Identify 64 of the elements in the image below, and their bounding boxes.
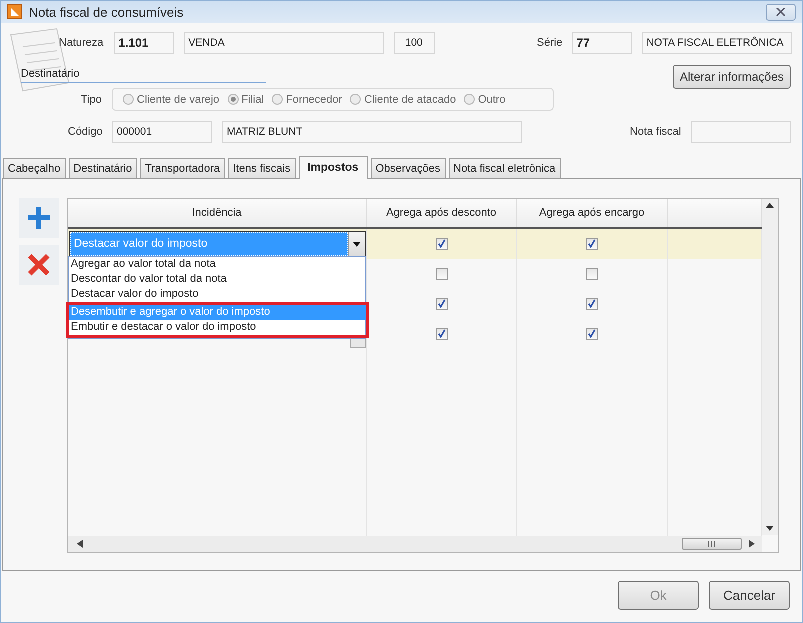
checkbox[interactable] [586, 328, 598, 340]
field-label: Série [537, 37, 563, 49]
column-header[interactable]: Incidência [68, 199, 367, 227]
field-label: Código [68, 126, 104, 138]
tab[interactable]: Itens fiscais [228, 158, 296, 178]
dialog-button[interactable]: Cancelar [709, 581, 790, 610]
section-title: Destinatário [21, 68, 266, 83]
input-field[interactable]: MATRIZ BLUNT [222, 121, 522, 143]
input-field[interactable]: 000001 [112, 121, 212, 143]
window-title: Nota fiscal de consumíveis [29, 4, 185, 20]
scroll-thumb[interactable] [682, 538, 742, 550]
tab[interactable]: Impostos [298, 156, 368, 179]
field-label: Natureza [59, 37, 104, 49]
scroll-up-icon[interactable] [766, 203, 774, 208]
radio-button[interactable] [464, 94, 476, 105]
tab[interactable]: Destinatário [68, 158, 138, 178]
delete-button[interactable] [19, 245, 59, 285]
radio-option[interactable]: Cliente de varejo [123, 94, 220, 106]
checkbox[interactable] [436, 268, 448, 280]
input-field[interactable]: 77 [572, 32, 632, 54]
alter-info-button[interactable]: Alterar informações [673, 65, 791, 89]
input-field[interactable]: 1.101 [114, 32, 174, 54]
dropdown-option[interactable]: Descontar do valor total da nota [69, 272, 365, 287]
vertical-scrollbar[interactable] [762, 199, 778, 535]
horizontal-scrollbar[interactable] [68, 536, 762, 552]
column-header[interactable]: Agrega após encargo [517, 199, 668, 227]
input-field[interactable]: NOTA FISCAL ELETRÔNICA [642, 32, 792, 54]
app-icon [7, 4, 23, 20]
column-header[interactable]: Agrega após desconto [367, 199, 517, 227]
radio-option[interactable]: Filial [228, 94, 264, 106]
radio-option[interactable]: Cliente de atacado [350, 94, 456, 106]
dropdown-option[interactable]: Agregar ao valor total da nota [69, 257, 365, 272]
plus-icon [26, 205, 52, 231]
tab[interactable]: Transportadora [140, 158, 226, 178]
grip-icon [708, 541, 716, 547]
radio-button[interactable] [228, 94, 239, 105]
tab[interactable]: Nota fiscal eletrônica [448, 158, 561, 178]
radio-button[interactable] [123, 94, 134, 105]
radio-option[interactable]: Fornecedor [272, 94, 342, 106]
radio-button[interactable] [350, 94, 362, 105]
scroll-left-icon[interactable] [77, 540, 83, 548]
scroll-right-icon[interactable] [749, 540, 755, 548]
tab[interactable]: Cabeçalho [3, 158, 66, 178]
dropdown-option[interactable]: Destacar valor do imposto [69, 287, 365, 302]
dropdown-option[interactable]: Embutir e destacar o valor do imposto [69, 320, 366, 335]
checkbox[interactable] [436, 298, 448, 310]
field-label: Nota fiscal [630, 126, 682, 138]
add-button[interactable] [19, 198, 59, 238]
scroll-down-icon[interactable] [766, 526, 774, 531]
radio-button[interactable] [272, 94, 284, 105]
checkbox[interactable] [586, 238, 598, 250]
field-label: Tipo [81, 94, 102, 106]
close-icon [776, 8, 786, 16]
checkbox[interactable] [436, 328, 448, 340]
tab[interactable]: Observações [370, 158, 446, 178]
input-field[interactable]: VENDA [184, 32, 384, 54]
checkbox[interactable] [586, 268, 598, 280]
radio-option[interactable]: Outro [464, 94, 506, 106]
checkbox[interactable] [436, 238, 448, 250]
input-field[interactable]: 100 [394, 32, 435, 54]
cross-icon [27, 253, 51, 277]
checkbox[interactable] [586, 298, 598, 310]
close-button[interactable] [766, 4, 796, 20]
input-field[interactable] [691, 121, 792, 143]
